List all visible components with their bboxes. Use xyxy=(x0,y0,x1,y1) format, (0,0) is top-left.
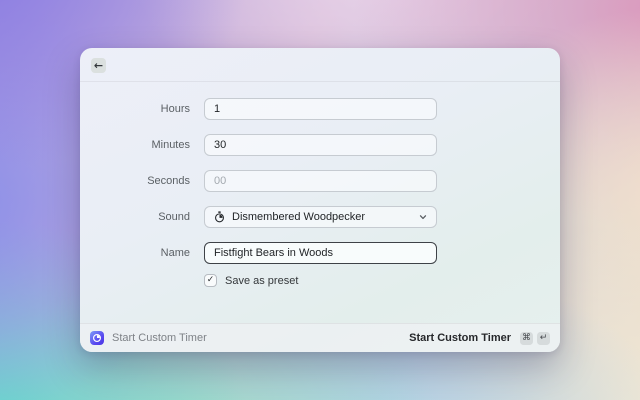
save-as-preset-checkbox[interactable]: ✓ Save as preset xyxy=(204,274,298,287)
hours-input[interactable] xyxy=(204,98,437,120)
footer-bar: Start Custom Timer Start Custom Timer ⌘ … xyxy=(80,323,560,352)
name-input[interactable] xyxy=(204,242,437,264)
timer-app-icon xyxy=(90,331,104,345)
back-button[interactable]: ← xyxy=(91,58,106,73)
start-custom-timer-button[interactable]: Start Custom Timer ⌘ ↵ xyxy=(409,332,550,345)
window-header: ← xyxy=(80,48,560,82)
minutes-label: Minutes xyxy=(80,134,190,156)
form-row-seconds: Seconds xyxy=(80,170,560,192)
sound-value: Dismembered Woodpecker xyxy=(232,211,412,223)
back-arrow-icon: ← xyxy=(94,59,103,72)
return-key-icon: ↵ xyxy=(537,332,550,345)
hours-label: Hours xyxy=(80,98,190,120)
footer-command-name: Start Custom Timer xyxy=(112,332,409,344)
stopwatch-icon xyxy=(214,211,225,223)
form-row-name: Name xyxy=(80,242,560,264)
command-key-icon: ⌘ xyxy=(520,332,533,345)
custom-timer-window: ← Hours Minutes Seconds Sound Dismembere… xyxy=(80,48,560,352)
checkmark-icon: ✓ xyxy=(204,274,217,287)
form-row-minutes: Minutes xyxy=(80,134,560,156)
form-row-hours: Hours xyxy=(80,98,560,120)
form-row-sound: Sound Dismembered Woodpecker xyxy=(80,206,560,228)
seconds-label: Seconds xyxy=(80,170,190,192)
seconds-input[interactable] xyxy=(204,170,437,192)
minutes-input[interactable] xyxy=(204,134,437,156)
desktop-background: ← Hours Minutes Seconds Sound Dismembere… xyxy=(0,0,640,400)
save-as-preset-label: Save as preset xyxy=(225,275,298,287)
sound-select[interactable]: Dismembered Woodpecker xyxy=(204,206,437,228)
chevron-down-icon xyxy=(419,213,427,221)
sound-label: Sound xyxy=(80,206,190,228)
name-label: Name xyxy=(80,242,190,264)
timer-dial-icon xyxy=(92,333,102,343)
start-custom-timer-label: Start Custom Timer xyxy=(409,332,511,344)
